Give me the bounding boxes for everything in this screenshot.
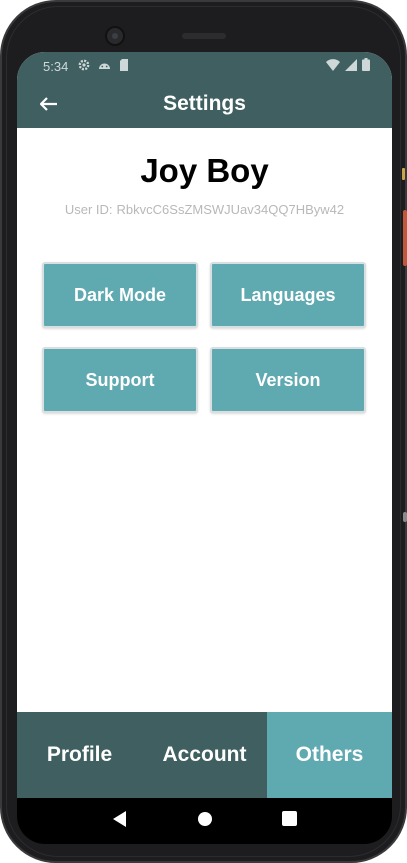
- power-button[interactable]: [403, 210, 407, 266]
- user-id: User ID: RbkvcC6SsZMSWJUav34QQ7HByw42: [17, 202, 392, 217]
- tab-account[interactable]: Account: [142, 712, 267, 798]
- user-id-value: RbkvcC6SsZMSWJUav34QQ7HByw42: [116, 202, 345, 217]
- status-time: 5:34: [43, 58, 69, 74]
- signal-icon: [345, 58, 357, 74]
- app-bar: Settings: [17, 80, 392, 128]
- profile-name: Joy Boy: [140, 152, 269, 189]
- android-icon: [98, 59, 111, 74]
- tab-profile[interactable]: Profile: [17, 712, 142, 798]
- support-button[interactable]: Support: [42, 347, 198, 413]
- back-button[interactable]: [35, 90, 63, 118]
- status-bar: 5:34: [17, 52, 392, 80]
- tab-others[interactable]: Others: [267, 712, 392, 798]
- nav-recents-button[interactable]: [278, 809, 302, 833]
- gear-icon: [78, 59, 90, 74]
- version-button[interactable]: Version: [210, 347, 366, 413]
- battery-icon: [362, 58, 370, 74]
- user-id-label: User ID:: [64, 202, 113, 217]
- page-title: Settings: [163, 92, 246, 115]
- side-indicator: [402, 168, 405, 180]
- volume-button[interactable]: [403, 512, 407, 522]
- nav-home-button[interactable]: [193, 809, 217, 833]
- system-nav-bar: [17, 798, 392, 844]
- screen: 5:34 Settings Joy Boy User ID: RbkvcC6Ss…: [17, 52, 392, 798]
- nav-back-button[interactable]: [108, 809, 132, 833]
- phone-frame: 5:34 Settings Joy Boy User ID: RbkvcC6Ss…: [0, 0, 407, 863]
- back-triangle-icon: [112, 810, 127, 832]
- earpiece-speaker: [182, 33, 226, 39]
- languages-button[interactable]: Languages: [210, 262, 366, 328]
- sd-card-icon: [119, 58, 129, 74]
- front-camera-icon: [105, 26, 125, 46]
- bottom-tab-bar: Profile Account Others: [17, 712, 392, 798]
- home-circle-icon: [197, 811, 213, 832]
- recents-square-icon: [282, 811, 297, 831]
- arrow-left-icon: [39, 90, 58, 118]
- wifi-icon: [326, 58, 340, 74]
- dark-mode-button[interactable]: Dark Mode: [42, 262, 198, 328]
